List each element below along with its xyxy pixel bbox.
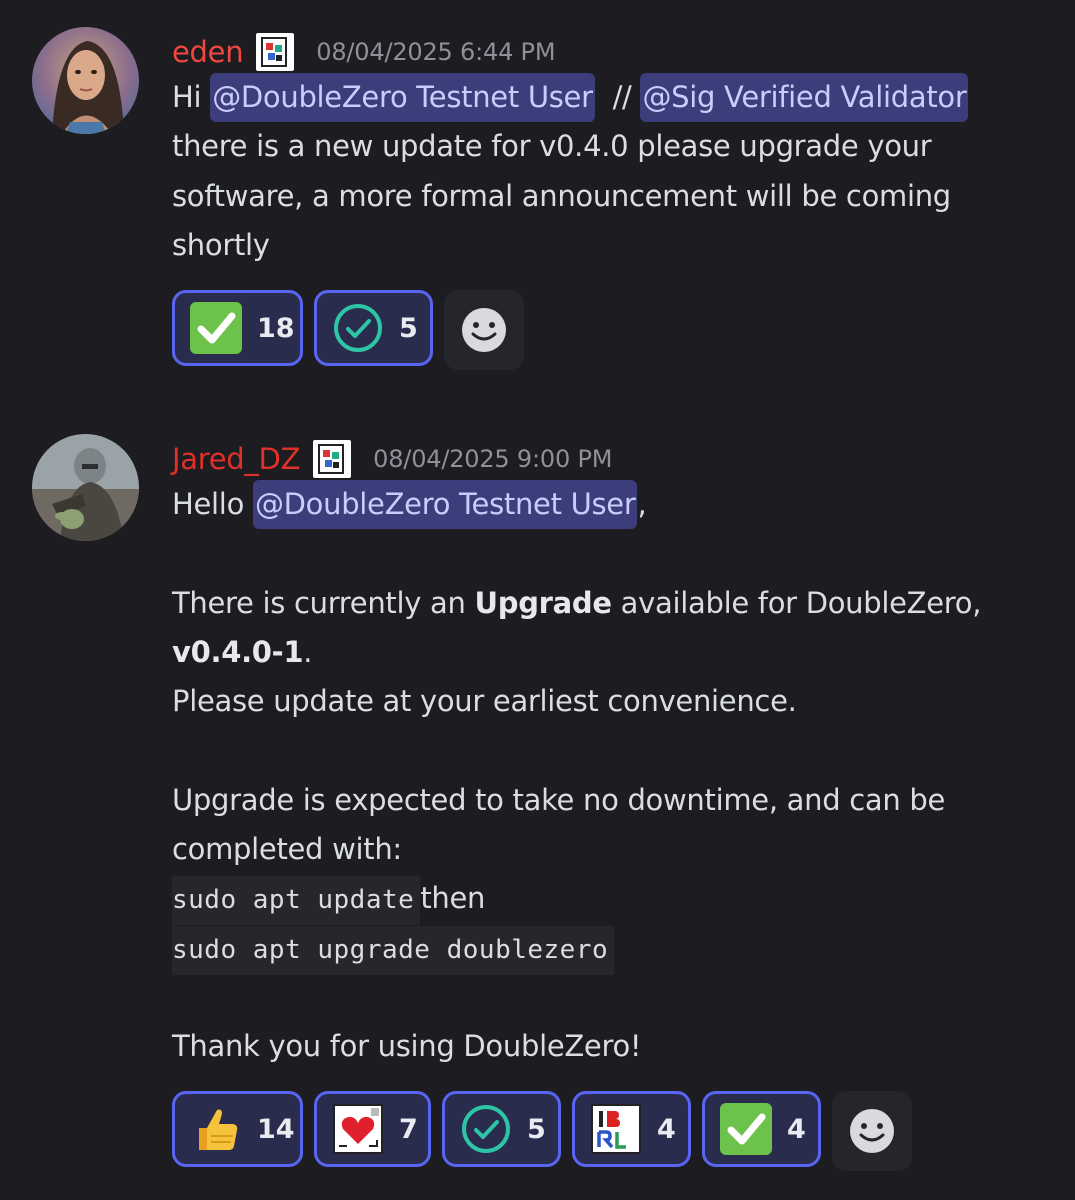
message-text: software, a more formal announcement wil… [172, 178, 951, 213]
reaction-ibrl[interactable]: 4 [572, 1091, 691, 1167]
bold-text: Upgrade [474, 585, 613, 620]
message-text: Please update at your earliest convenien… [172, 684, 797, 719]
circle-check-icon [459, 1102, 513, 1156]
reaction-heart-card[interactable]: 7 [314, 1091, 431, 1167]
message-text: available for DoubleZero, [611, 585, 982, 620]
message-text: Hello [172, 487, 253, 521]
reaction-count: 4 [657, 1113, 676, 1145]
avatar[interactable] [32, 27, 139, 134]
reaction-count: 5 [527, 1113, 546, 1145]
message-content: Hello @DoubleZero Testnet User, There is… [172, 480, 1052, 1072]
message-text: // [594, 80, 641, 114]
message-text: . [303, 634, 313, 669]
app-badge-icon[interactable] [313, 440, 352, 478]
avatar[interactable] [32, 434, 139, 541]
reaction-circle-check[interactable]: 5 [314, 290, 433, 366]
inline-code[interactable]: sudo apt upgrade doublezero [172, 925, 615, 975]
message-text: then [420, 881, 486, 916]
version-bold-text: v0.4.0-1 [172, 634, 304, 669]
reaction-thumbs-up[interactable]: 14 [172, 1091, 303, 1167]
add-reaction-button[interactable] [832, 1091, 912, 1171]
message-text: there is a new update for v0.4.0 please … [172, 129, 932, 164]
white-check-mark-icon [189, 301, 243, 355]
message-text: , [637, 487, 647, 521]
message-text: Upgrade is expected to take no downtime,… [172, 782, 945, 817]
reaction-count: 4 [787, 1113, 806, 1145]
message-header: Jared_DZ 08/04/2025 9:00 PM [172, 437, 612, 481]
reactions-bar: 14 7 5 4 4 [172, 1091, 912, 1171]
reaction-circle-check[interactable]: 5 [442, 1091, 561, 1167]
message-text: shortly [172, 227, 270, 262]
reaction-count: 5 [399, 312, 418, 344]
timestamp[interactable]: 08/04/2025 9:00 PM [373, 445, 612, 473]
message-content: Hi @DoubleZero Testnet User // @Sig Veri… [172, 73, 1052, 270]
message-text: Hi [172, 80, 211, 114]
circle-check-icon [331, 301, 385, 355]
thumbs-up-icon [189, 1102, 243, 1156]
inline-code[interactable]: sudo apt update [172, 876, 421, 926]
white-check-mark-icon [719, 1102, 773, 1156]
message-header: eden 08/04/2025 6:44 PM [172, 30, 556, 74]
reaction-white-check-mark[interactable]: 4 [702, 1091, 821, 1167]
message-text: completed with: [172, 832, 402, 867]
message-text: Thank you for using DoubleZero! [172, 1029, 642, 1064]
mention-sig-verified-validator[interactable]: @Sig Verified Validator [640, 73, 969, 122]
mention-doublezero-testnet-user[interactable]: @DoubleZero Testnet User [210, 73, 595, 122]
username[interactable]: eden [172, 35, 244, 69]
reaction-white-check-mark[interactable]: 18 [172, 290, 303, 366]
timestamp[interactable]: 08/04/2025 6:44 PM [316, 38, 555, 66]
reactions-bar: 18 5 [172, 290, 524, 370]
ibrl-icon [589, 1102, 643, 1156]
mention-doublezero-testnet-user[interactable]: @DoubleZero Testnet User [252, 480, 638, 529]
reaction-count: 7 [399, 1113, 418, 1145]
smiley-icon [462, 308, 506, 352]
smiley-icon [850, 1109, 894, 1153]
heart-card-icon [331, 1102, 385, 1156]
app-badge-icon[interactable] [256, 33, 295, 71]
username[interactable]: Jared_DZ [172, 442, 300, 476]
reaction-count: 14 [257, 1113, 295, 1145]
reaction-count: 18 [257, 312, 295, 344]
message-text: There is currently an [172, 585, 475, 620]
add-reaction-button[interactable] [444, 290, 524, 370]
